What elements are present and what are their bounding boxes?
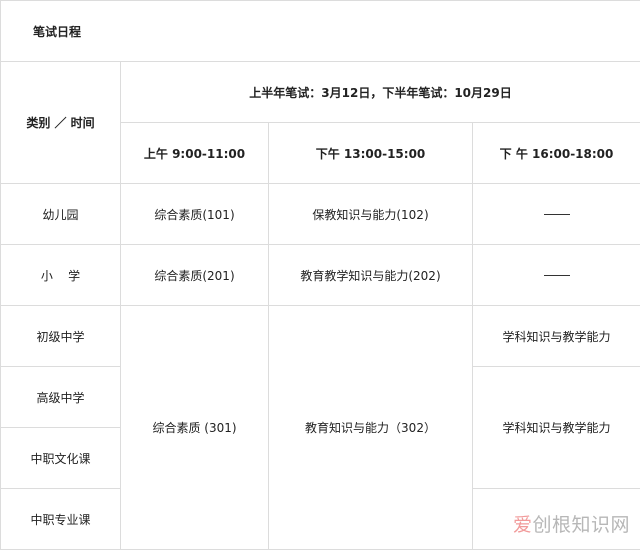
category-vocational-professional: 中职专业课 <box>1 489 121 550</box>
not-applicable-cell <box>473 245 640 306</box>
category-primary: 小 学 <box>1 245 121 306</box>
subject-cell: 综合素质(101) <box>121 184 269 245</box>
category-senior-high: 高级中学 <box>1 367 121 428</box>
watermark-accent: 爱 <box>513 514 533 536</box>
exam-schedule-table: 笔试日程 类别 ／ 时间 上半年笔试：3月12日，下半年笔试：10月29日 上午… <box>0 0 640 550</box>
subject-cell: 教育教学知识与能力(202) <box>269 245 473 306</box>
not-applicable-cell <box>473 184 640 245</box>
subject-cell: 综合素质(201) <box>121 245 269 306</box>
session-late-afternoon-header: 下 午 16:00-18:00 <box>473 123 640 184</box>
watermark-text: 创根知识网 <box>532 514 630 536</box>
dash-mark <box>544 275 570 276</box>
table-title: 笔试日程 <box>1 1 640 62</box>
watermark: 爱创根知识网 <box>513 510 630 537</box>
merged-subject-cell: 综合素质 (301) <box>121 306 269 550</box>
merged-subject-cell: 学科知识与教学能力 <box>473 367 640 489</box>
category-kindergarten: 幼儿园 <box>1 184 121 245</box>
dash-mark <box>544 214 570 215</box>
category-vocational-culture: 中职文化课 <box>1 428 121 489</box>
session-morning-header: 上午 9:00-11:00 <box>121 123 269 184</box>
session-afternoon-header: 下午 13:00-15:00 <box>269 123 473 184</box>
subject-cell: 保教知识与能力(102) <box>269 184 473 245</box>
subject-cell: 学科知识与教学能力 <box>473 306 640 367</box>
category-junior-middle: 初级中学 <box>1 306 121 367</box>
merged-subject-cell: 教育知识与能力（302） <box>269 306 473 550</box>
category-time-header: 类别 ／ 时间 <box>1 62 121 184</box>
exam-dates-header: 上半年笔试：3月12日，下半年笔试：10月29日 <box>121 62 640 123</box>
